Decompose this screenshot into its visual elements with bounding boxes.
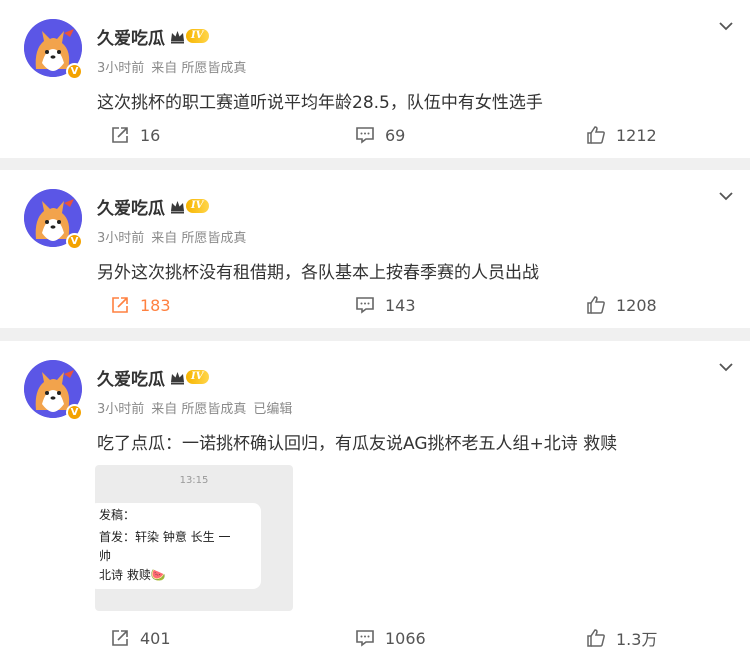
chevron-down-icon[interactable] xyxy=(718,20,734,32)
post-card: V 久爱吃瓜 IV 3小时前 来自 所愿皆成真 另外这次挑杯没有租借期，各队基本上… xyxy=(0,170,750,328)
post-text: 这次挑杯的职工赛道听说平均年龄28.5，队伍中有女性选手 xyxy=(97,93,543,113)
repost-count: 183 xyxy=(140,295,171,315)
repost-icon xyxy=(112,630,128,646)
comment-button[interactable]: 1066 xyxy=(355,626,426,650)
verified-badge-icon: V xyxy=(66,233,83,250)
comment-count: 143 xyxy=(385,295,416,315)
repost-button[interactable]: 401 xyxy=(110,626,171,650)
chat-line: 首发：轩染 钟意 长生 一 xyxy=(99,530,231,544)
comment-count: 1066 xyxy=(385,628,426,648)
like-count: 1.3万 xyxy=(616,630,658,649)
repost-icon xyxy=(112,297,128,313)
level-badge: IV xyxy=(186,29,210,43)
post-image[interactable]: 13:15 发稿： 首发：轩染 钟意 长生 一 帅 北诗 救赎🍉 xyxy=(95,465,293,611)
comment-icon xyxy=(356,297,374,314)
post-time[interactable]: 3小时前 xyxy=(97,61,144,76)
post-time[interactable]: 3小时前 xyxy=(97,231,144,246)
like-icon xyxy=(587,296,605,314)
username[interactable]: 久爱吃瓜 xyxy=(97,24,165,49)
post-card: V 久爱吃瓜 IV 3小时前 来自 所愿皆成真 已编辑 吃了点瓜：一诺挑杯确认回归，… xyxy=(0,341,750,668)
comment-button[interactable]: 69 xyxy=(355,123,405,147)
level-badge: IV xyxy=(186,370,210,384)
post-text: 吃了点瓜：一诺挑杯确认回归，有瓜友说AG挑杯老五人组+北诗 救赎 xyxy=(97,434,618,454)
action-bar: 16 69 1212 xyxy=(0,123,750,147)
post-text: 另外这次挑杯没有租借期，各队基本上按春季赛的人员出战 xyxy=(97,263,539,283)
crown-icon xyxy=(171,30,184,43)
weibo-feed: V 久爱吃瓜 IV 3小时前 来自 所愿皆成真 这次挑杯的职工赛道听说平均年龄28… xyxy=(0,0,750,668)
comment-icon xyxy=(356,630,374,647)
post-source: 来自 所愿皆成真 xyxy=(151,231,247,246)
repost-button[interactable]: 183 xyxy=(110,293,171,317)
chat-line: 帅 xyxy=(99,549,112,563)
repost-count: 401 xyxy=(140,628,171,648)
comment-icon xyxy=(356,127,374,144)
action-bar: 401 1066 1.3万 xyxy=(0,626,750,650)
repost-count: 16 xyxy=(140,125,161,145)
chevron-down-icon[interactable] xyxy=(718,361,734,373)
chat-line: 北诗 救赎🍉 xyxy=(99,568,166,582)
edited-label[interactable]: 已编辑 xyxy=(253,402,292,417)
verified-badge-icon: V xyxy=(66,63,83,80)
post-source: 来自 所愿皆成真 xyxy=(151,402,247,417)
post-time[interactable]: 3小时前 xyxy=(97,402,144,417)
like-button[interactable]: 1.3万 xyxy=(586,626,657,650)
repost-button[interactable]: 16 xyxy=(110,123,160,147)
repost-icon xyxy=(112,127,128,143)
like-icon xyxy=(587,629,605,647)
like-count: 1212 xyxy=(616,125,657,145)
comment-button[interactable]: 143 xyxy=(355,293,416,317)
avatar[interactable]: V xyxy=(24,19,83,80)
post-meta: 3小时前 来自 所愿皆成真 xyxy=(97,57,253,76)
post-meta: 3小时前 来自 所愿皆成真 已编辑 xyxy=(97,398,299,417)
post-meta: 3小时前 来自 所愿皆成真 xyxy=(97,227,253,246)
post-card: V 久爱吃瓜 IV 3小时前 来自 所愿皆成真 这次挑杯的职工赛道听说平均年龄28… xyxy=(0,0,750,158)
chevron-down-icon[interactable] xyxy=(718,190,734,202)
avatar[interactable]: V xyxy=(24,360,83,421)
like-count: 1208 xyxy=(616,295,657,315)
comment-count: 69 xyxy=(385,125,406,145)
like-button[interactable]: 1208 xyxy=(586,293,657,317)
verified-badge-icon: V xyxy=(66,404,83,421)
crown-icon xyxy=(171,371,184,384)
chat-line: 发稿： xyxy=(99,508,136,522)
username[interactable]: 久爱吃瓜 xyxy=(97,194,165,219)
level-badge: IV xyxy=(186,199,210,213)
action-bar: 183 143 1208 xyxy=(0,293,750,317)
avatar[interactable]: V xyxy=(24,189,83,250)
like-button[interactable]: 1212 xyxy=(586,123,657,147)
chat-time: 13:15 xyxy=(179,475,209,486)
post-source: 来自 所愿皆成真 xyxy=(151,61,247,76)
like-icon xyxy=(587,126,605,144)
username[interactable]: 久爱吃瓜 xyxy=(97,365,165,390)
crown-icon xyxy=(171,200,184,213)
